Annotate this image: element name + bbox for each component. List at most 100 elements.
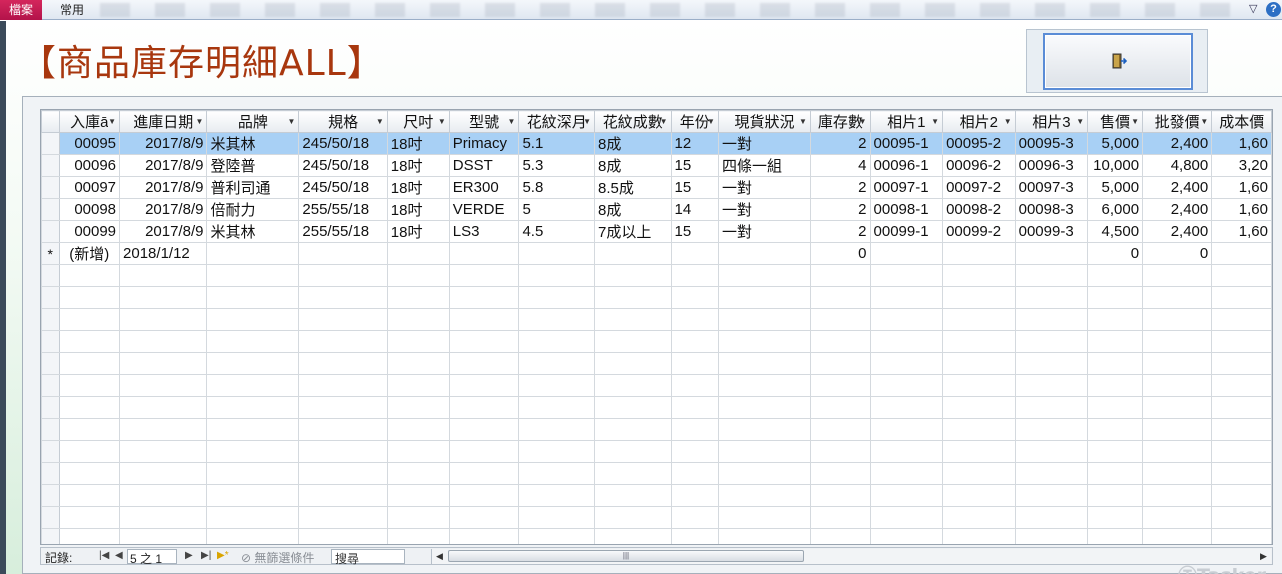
record-selector[interactable] bbox=[41, 198, 60, 221]
first-record-button[interactable]: |◀ bbox=[99, 550, 109, 561]
column-header[interactable]: 型號 ▼ bbox=[448, 110, 520, 133]
table-cell[interactable]: 4,800 bbox=[1142, 154, 1213, 177]
table-cell[interactable]: 10,000 bbox=[1087, 154, 1144, 177]
table-cell[interactable] bbox=[593, 242, 672, 265]
table-cell[interactable] bbox=[448, 242, 520, 265]
record-selector[interactable] bbox=[41, 176, 60, 199]
dropdown-arrow-icon[interactable]: ▼ bbox=[1131, 117, 1139, 126]
table-cell[interactable]: Primacy bbox=[448, 132, 520, 155]
column-header[interactable]: 相片2 ▼ bbox=[942, 110, 1016, 133]
table-row[interactable]: 00097 2017/8/9 普利司通 245/50/18 18吋 ER300 5.8 8.5… bbox=[41, 176, 1272, 199]
column-header[interactable]: 年份 ▼ bbox=[670, 110, 719, 133]
table-cell[interactable]: 18吋 bbox=[386, 154, 450, 177]
horizontal-scrollbar[interactable]: ◀ ||| ▶ bbox=[431, 549, 1271, 564]
table-cell[interactable]: 15 bbox=[670, 154, 719, 177]
column-header[interactable]: 品牌 ▼ bbox=[206, 110, 300, 133]
dropdown-arrow-icon[interactable]: ▼ bbox=[859, 117, 867, 126]
table-cell[interactable]: 12 bbox=[670, 132, 719, 155]
new-record-row[interactable]: * (新增) 2018/1/12 0 0 0 bbox=[41, 242, 1272, 265]
table-cell[interactable]: 一對 bbox=[717, 132, 811, 155]
column-header[interactable]: 入庫ā ▼ bbox=[58, 110, 121, 133]
file-tab[interactable]: 檔案 bbox=[0, 0, 42, 20]
table-cell[interactable]: 00095-3 bbox=[1014, 132, 1089, 155]
table-cell[interactable]: 一對 bbox=[717, 220, 811, 243]
help-icon[interactable]: ? bbox=[1266, 2, 1281, 17]
table-cell[interactable]: 2,400 bbox=[1142, 132, 1213, 155]
table-cell[interactable]: 1,60 bbox=[1211, 176, 1272, 199]
ribbon-minimize-icon[interactable]: ▽ bbox=[1249, 2, 1257, 15]
table-cell[interactable]: 1,60 bbox=[1211, 198, 1272, 221]
table-cell[interactable]: 255/55/18 bbox=[298, 220, 388, 243]
table-cell[interactable]: 00097-1 bbox=[869, 176, 944, 199]
table-cell[interactable]: 2 bbox=[809, 132, 871, 155]
dropdown-arrow-icon[interactable]: ▼ bbox=[799, 117, 807, 126]
dropdown-arrow-icon[interactable]: ▼ bbox=[1200, 117, 1208, 126]
table-cell[interactable]: 255/55/18 bbox=[298, 198, 388, 221]
table-cell[interactable]: 2 bbox=[809, 220, 871, 243]
dropdown-arrow-icon[interactable]: ▼ bbox=[196, 117, 204, 126]
column-header[interactable]: 花紋成數 ▼ bbox=[593, 110, 672, 133]
table-cell[interactable]: 6,000 bbox=[1087, 198, 1144, 221]
table-row[interactable]: 00095 2017/8/9 米其林 245/50/18 18吋 Primacy 5.1 8成… bbox=[41, 132, 1272, 155]
table-cell[interactable]: 00099-2 bbox=[942, 220, 1016, 243]
table-cell[interactable]: 245/50/18 bbox=[298, 132, 388, 155]
table-cell[interactable]: 00099-1 bbox=[869, 220, 944, 243]
table-cell[interactable]: 245/50/18 bbox=[298, 176, 388, 199]
next-record-button[interactable]: ▶ bbox=[185, 550, 193, 561]
column-header[interactable]: 規格 ▼ bbox=[298, 110, 388, 133]
table-cell[interactable]: 2017/8/9 bbox=[119, 198, 208, 221]
table-cell[interactable] bbox=[206, 242, 300, 265]
table-cell[interactable]: 0 bbox=[809, 242, 871, 265]
column-header[interactable]: 批發價 ▼ bbox=[1142, 110, 1213, 133]
home-tab[interactable]: 常用 bbox=[60, 0, 84, 20]
table-cell[interactable]: 00096-1 bbox=[869, 154, 944, 177]
table-cell[interactable]: 一對 bbox=[717, 198, 811, 221]
table-cell[interactable] bbox=[386, 242, 450, 265]
record-selector[interactable] bbox=[41, 220, 60, 243]
table-cell[interactable]: 1,60 bbox=[1211, 220, 1272, 243]
table-cell[interactable]: 四條一組 bbox=[717, 154, 811, 177]
table-cell[interactable] bbox=[670, 242, 719, 265]
scroll-thumb[interactable]: ||| bbox=[448, 550, 804, 562]
column-header[interactable]: 花紋深月 ▼ bbox=[518, 110, 595, 133]
table-cell[interactable]: 4 bbox=[809, 154, 871, 177]
dropdown-arrow-icon[interactable]: ▼ bbox=[660, 117, 668, 126]
table-cell[interactable]: 00098-2 bbox=[942, 198, 1016, 221]
table-cell[interactable]: 00097 bbox=[58, 176, 121, 199]
table-cell[interactable]: 2017/8/9 bbox=[119, 132, 208, 155]
table-cell[interactable]: 5,000 bbox=[1087, 176, 1144, 199]
table-cell[interactable]: 00098-1 bbox=[869, 198, 944, 221]
exit-button[interactable] bbox=[1043, 33, 1193, 90]
table-cell[interactable]: 2,400 bbox=[1142, 198, 1213, 221]
dropdown-arrow-icon[interactable]: ▼ bbox=[376, 117, 384, 126]
table-cell[interactable]: 8成 bbox=[593, 154, 672, 177]
table-cell[interactable]: 18吋 bbox=[386, 132, 450, 155]
table-cell[interactable]: 5 bbox=[518, 198, 595, 221]
table-cell[interactable]: DSST bbox=[448, 154, 520, 177]
column-header[interactable]: 成本價 bbox=[1211, 110, 1272, 133]
table-cell[interactable]: 00095-1 bbox=[869, 132, 944, 155]
column-header[interactable]: 相片3 ▼ bbox=[1014, 110, 1089, 133]
table-cell[interactable]: 2,400 bbox=[1142, 176, 1213, 199]
table-cell[interactable]: 0 bbox=[1142, 242, 1213, 265]
table-cell[interactable]: 8.5成 bbox=[593, 176, 672, 199]
dropdown-arrow-icon[interactable]: ▼ bbox=[287, 117, 295, 126]
table-cell[interactable]: 00099-3 bbox=[1014, 220, 1089, 243]
table-cell[interactable]: 00096 bbox=[58, 154, 121, 177]
table-cell[interactable]: 4,500 bbox=[1087, 220, 1144, 243]
table-row[interactable]: 00096 2017/8/9 登陸普 245/50/18 18吋 DSST 5.3 8成 15 四… bbox=[41, 154, 1272, 177]
dropdown-arrow-icon[interactable]: ▼ bbox=[438, 117, 446, 126]
table-cell[interactable]: 00095-2 bbox=[942, 132, 1016, 155]
table-cell[interactable]: 7成以上 bbox=[593, 220, 672, 243]
table-cell[interactable]: 2 bbox=[809, 176, 871, 199]
table-cell[interactable] bbox=[298, 242, 388, 265]
table-cell[interactable]: 5,000 bbox=[1087, 132, 1144, 155]
table-cell[interactable]: 5.8 bbox=[518, 176, 595, 199]
table-cell[interactable]: 8成 bbox=[593, 132, 672, 155]
table-cell[interactable]: 15 bbox=[670, 220, 719, 243]
table-cell[interactable]: 4.5 bbox=[518, 220, 595, 243]
dropdown-arrow-icon[interactable]: ▼ bbox=[583, 117, 591, 126]
new-record-button[interactable]: ▶* bbox=[217, 550, 229, 561]
filter-status[interactable]: ⊘ 無篩選條件 bbox=[241, 549, 314, 566]
table-cell[interactable]: 普利司通 bbox=[206, 176, 300, 199]
